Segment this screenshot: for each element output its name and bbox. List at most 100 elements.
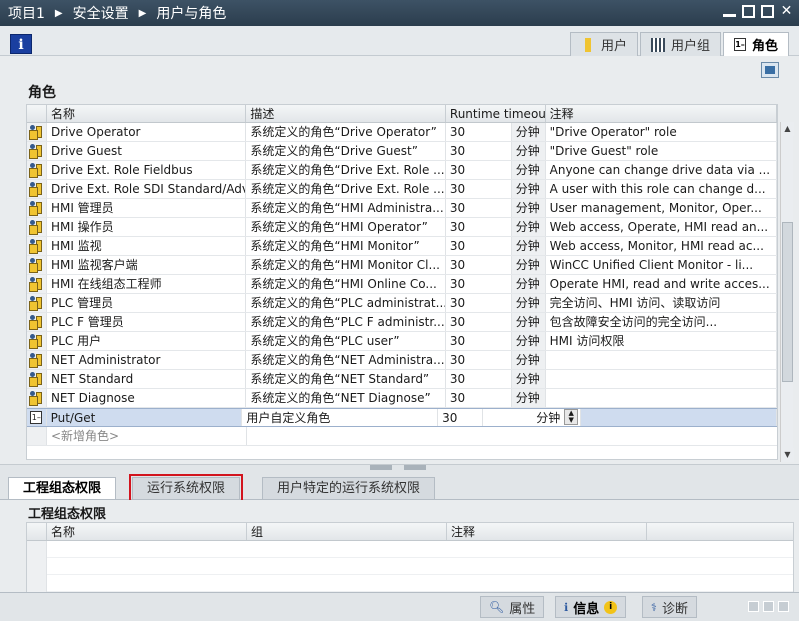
- spinner-icon[interactable]: ▲ ▼: [564, 409, 579, 425]
- export-icon[interactable]: [761, 62, 779, 78]
- restore-icon[interactable]: [742, 5, 755, 18]
- table-row[interactable]: HMI 管理员 系统定义的角色“HMI Administra... 30 分钟 …: [27, 199, 777, 218]
- tab-roles[interactable]: 1– 角色: [722, 32, 789, 56]
- role-note[interactable]: "Drive Guest" role: [546, 142, 777, 160]
- role-desc[interactable]: 系统定义的角色“Drive Ext. Role ...: [246, 161, 446, 179]
- info-button[interactable]: ℹ 信息 i: [555, 596, 627, 618]
- role-runtime-unit[interactable]: 分钟: [511, 142, 546, 160]
- role-note[interactable]: User management, Monitor, Oper...: [546, 199, 777, 217]
- role-runtime-unit[interactable]: 分钟: [511, 313, 546, 331]
- role-runtime-value[interactable]: 30: [446, 275, 512, 293]
- role-desc[interactable]: 系统定义的角色“HMI Online Co...: [246, 275, 446, 293]
- table-row[interactable]: PLC F 管理员 系统定义的角色“PLC F administr... 30 …: [27, 313, 777, 332]
- role-runtime-value[interactable]: 30: [446, 180, 512, 198]
- role-name[interactable]: HMI 管理员: [47, 199, 247, 217]
- add-role-row[interactable]: <新增角色>: [27, 427, 777, 446]
- table-row[interactable]: HMI 在线组态工程师 系统定义的角色“HMI Online Co... 30 …: [27, 275, 777, 294]
- role-runtime-unit[interactable]: 分钟: [511, 161, 546, 179]
- role-runtime-value[interactable]: 30: [438, 409, 484, 426]
- role-note[interactable]: Operate HMI, read and write acces...: [546, 275, 777, 293]
- breadcrumb-users-roles[interactable]: 用户与角色: [156, 3, 226, 23]
- role-runtime-unit[interactable]: 分钟: [511, 294, 546, 312]
- role-runtime-unit[interactable]: 分钟: [511, 123, 546, 141]
- maximize-icon[interactable]: [761, 5, 774, 18]
- role-desc[interactable]: 系统定义的角色“NET Administra...: [246, 351, 446, 369]
- role-desc[interactable]: 系统定义的角色“PLC F administr...: [246, 313, 446, 331]
- col-name[interactable]: 名称: [47, 105, 247, 122]
- role-note[interactable]: [546, 389, 777, 407]
- role-name[interactable]: NET Diagnose: [47, 389, 247, 407]
- role-runtime-unit[interactable]: 分钟: [511, 218, 546, 236]
- scroll-up-icon[interactable]: ▲: [781, 122, 794, 136]
- role-name[interactable]: HMI 在线组态工程师: [47, 275, 247, 293]
- role-runtime-value[interactable]: 30: [446, 313, 512, 331]
- table-row[interactable]: Drive Operator 系统定义的角色“Drive Operator” 3…: [27, 123, 777, 142]
- role-desc[interactable]: 系统定义的角色“HMI Administra...: [246, 199, 446, 217]
- role-note[interactable]: 完全访问、HMI 访问、读取访问: [546, 294, 777, 312]
- role-runtime-value[interactable]: 30: [446, 370, 512, 388]
- role-runtime-unit[interactable]: 分钟: [511, 351, 546, 369]
- close-panel-icon[interactable]: [778, 601, 789, 612]
- table-row[interactable]: NET Diagnose 系统定义的角色“NET Diagnose” 30 分钟: [27, 389, 777, 408]
- role-name[interactable]: HMI 监视: [47, 237, 247, 255]
- role-desc[interactable]: 系统定义的角色“HMI Monitor Cl...: [246, 256, 446, 274]
- role-runtime-value[interactable]: 30: [446, 332, 512, 350]
- role-runtime-unit[interactable]: 分钟: [511, 199, 546, 217]
- role-note[interactable]: "Drive Operator" role: [546, 123, 777, 141]
- role-name[interactable]: NET Administrator: [47, 351, 247, 369]
- properties-button[interactable]: 🔍︎ 属性: [480, 596, 545, 618]
- tab-engineering-rights[interactable]: 工程组态权限: [8, 477, 117, 499]
- tab-user-groups[interactable]: 用户组: [639, 32, 721, 56]
- table-row[interactable]: Drive Ext. Role Fieldbus 系统定义的角色“Drive E…: [27, 161, 777, 180]
- role-name[interactable]: NET Standard: [47, 370, 247, 388]
- role-desc[interactable]: 系统定义的角色“Drive Guest”: [246, 142, 446, 160]
- role-note[interactable]: A user with this role can change d...: [546, 180, 777, 198]
- close-icon[interactable]: ✕: [780, 4, 793, 18]
- breadcrumb-security[interactable]: 安全设置: [73, 3, 129, 23]
- table-row[interactable]: HMI 操作员 系统定义的角色“HMI Operator” 30 分钟 Web …: [27, 218, 777, 237]
- role-name[interactable]: Drive Ext. Role Fieldbus: [47, 161, 247, 179]
- role-note[interactable]: [581, 409, 777, 426]
- breadcrumb-project[interactable]: 项目1: [8, 3, 45, 23]
- role-desc[interactable]: 用户自定义角色: [242, 409, 439, 426]
- runtime-unit-select[interactable]: 分钟 ▲ ▼: [483, 409, 582, 426]
- info-icon[interactable]: i: [10, 34, 32, 54]
- role-name[interactable]: Put/Get: [47, 409, 243, 426]
- role-note[interactable]: Web access, Operate, HMI read an...: [546, 218, 777, 236]
- role-runtime-unit[interactable]: 分钟: [511, 275, 546, 293]
- table-row[interactable]: Drive Ext. Role SDI Standard/Adv 系统定义的角色…: [27, 180, 777, 199]
- role-name[interactable]: PLC 管理员: [47, 294, 247, 312]
- role-note[interactable]: HMI 访问权限: [546, 332, 777, 350]
- role-note[interactable]: 包含故障安全访问的完全访问...: [546, 313, 777, 331]
- split-icon[interactable]: [763, 601, 774, 612]
- restore-icon[interactable]: [748, 601, 759, 612]
- role-runtime-unit[interactable]: 分钟: [511, 180, 546, 198]
- col-rights-group[interactable]: 组: [247, 523, 447, 540]
- role-desc[interactable]: 系统定义的角色“HMI Monitor”: [246, 237, 446, 255]
- role-runtime-unit[interactable]: 分钟: [511, 389, 546, 407]
- tab-runtime-rights[interactable]: 运行系统权限: [128, 474, 244, 502]
- table-row[interactable]: HMI 监视 系统定义的角色“HMI Monitor” 30 分钟 Web ac…: [27, 237, 777, 256]
- role-runtime-unit[interactable]: 分钟: [511, 256, 546, 274]
- col-desc[interactable]: 描述: [246, 105, 446, 122]
- role-desc[interactable]: 系统定义的角色“PLC user”: [246, 332, 446, 350]
- minimize-icon[interactable]: [723, 5, 736, 17]
- role-name[interactable]: Drive Guest: [47, 142, 247, 160]
- role-runtime-value[interactable]: 30: [446, 218, 512, 236]
- role-runtime-value[interactable]: 30: [446, 123, 512, 141]
- table-row[interactable]: [27, 558, 793, 575]
- role-runtime-unit[interactable]: 分钟: [511, 332, 546, 350]
- role-note[interactable]: Anyone can change drive data via ...: [546, 161, 777, 179]
- role-runtime-value[interactable]: 30: [446, 294, 512, 312]
- role-name[interactable]: PLC F 管理员: [47, 313, 247, 331]
- role-name[interactable]: PLC 用户: [47, 332, 247, 350]
- role-desc[interactable]: 系统定义的角色“HMI Operator”: [246, 218, 446, 236]
- role-name[interactable]: HMI 操作员: [47, 218, 247, 236]
- col-rights-name[interactable]: 名称: [47, 523, 247, 540]
- role-desc[interactable]: 系统定义的角色“Drive Operator”: [246, 123, 446, 141]
- scroll-down-icon[interactable]: ▼: [781, 448, 794, 462]
- role-note[interactable]: [546, 370, 777, 388]
- table-row[interactable]: PLC 管理员 系统定义的角色“PLC administrat... 30 分钟…: [27, 294, 777, 313]
- role-name[interactable]: HMI 监视客户端: [47, 256, 247, 274]
- col-runtime[interactable]: Runtime timeout: [446, 105, 546, 122]
